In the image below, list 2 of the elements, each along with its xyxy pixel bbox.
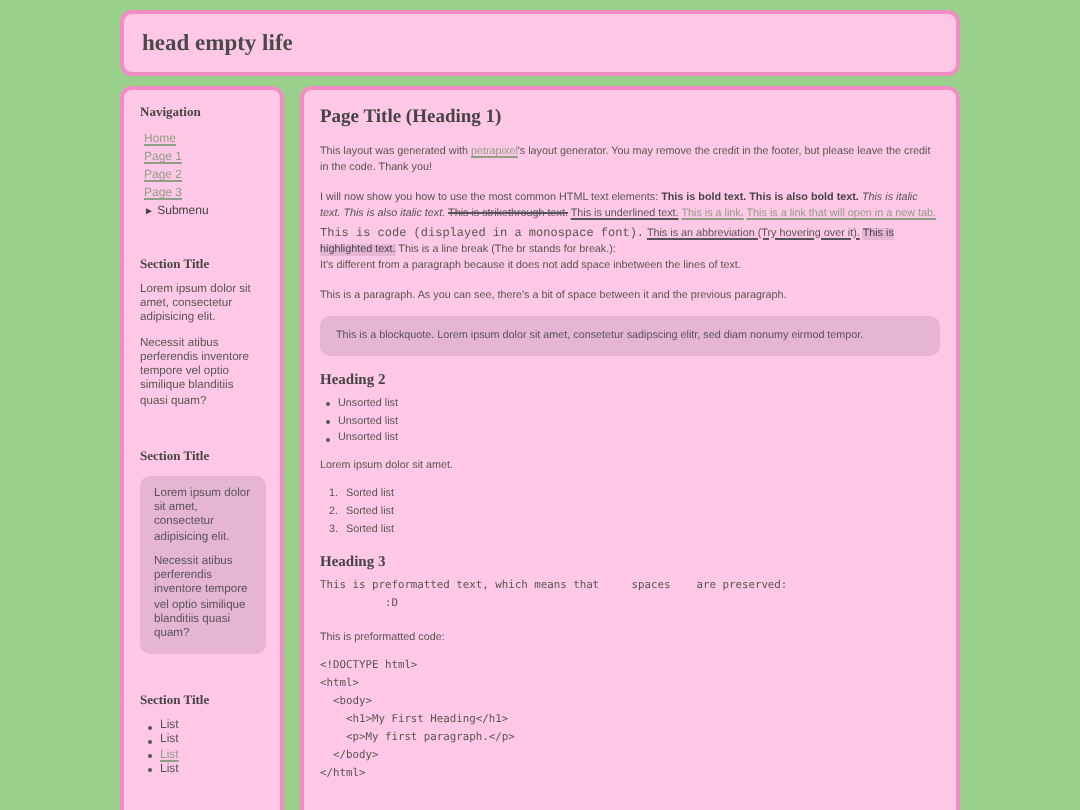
page-heading: Page Title (Heading 1) — [320, 108, 504, 128]
site-title: head empty life — [142, 31, 293, 55]
